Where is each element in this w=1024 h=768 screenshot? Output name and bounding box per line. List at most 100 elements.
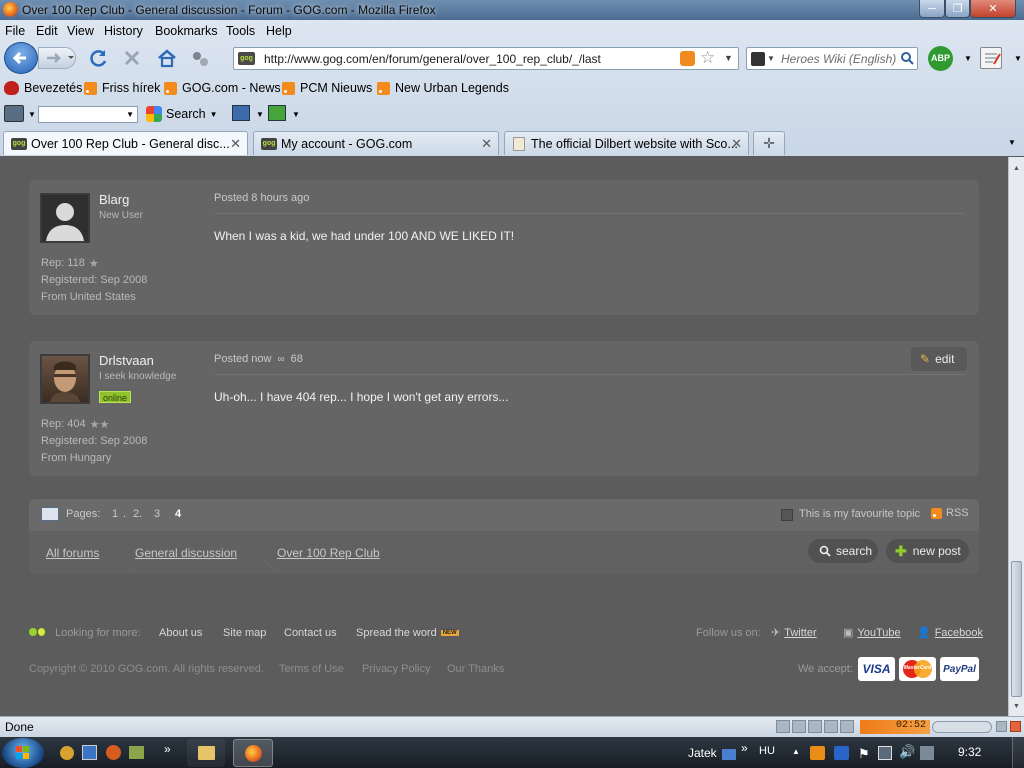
menu-bookmarks[interactable]: Bookmarks xyxy=(155,24,218,38)
quicklaunch-more-icon[interactable]: » xyxy=(164,742,171,756)
quicklaunch-icon[interactable] xyxy=(129,746,144,759)
list-all-tabs-icon[interactable]: ▼ xyxy=(1008,138,1016,147)
quicklaunch-icon[interactable] xyxy=(60,746,74,760)
reload-icon[interactable] xyxy=(89,48,109,68)
media-eject-icon[interactable] xyxy=(996,721,1007,732)
menu-help[interactable]: Help xyxy=(266,24,292,38)
taskbar-toolbar-icon[interactable] xyxy=(722,749,736,760)
media-close-icon[interactable] xyxy=(1010,721,1021,732)
footer-site-map[interactable]: Site map xyxy=(223,627,266,639)
stop-icon[interactable] xyxy=(808,720,822,733)
adblock-dropdown-icon[interactable]: ▼ xyxy=(964,54,972,63)
close-tab-icon[interactable]: ✕ xyxy=(230,136,241,152)
toolbar-more-icon[interactable]: » xyxy=(741,741,748,755)
feed-icon[interactable] xyxy=(680,51,695,66)
avatar[interactable] xyxy=(40,354,90,404)
breadcrumb-all-forums[interactable]: All forums xyxy=(46,546,99,560)
toolbar-app-icon[interactable] xyxy=(4,105,24,122)
new-tab-button[interactable]: ✛ xyxy=(753,131,785,155)
quicklaunch-icon[interactable] xyxy=(106,745,121,760)
close-tab-icon[interactable]: ✕ xyxy=(731,136,742,152)
tray-extra-icon[interactable] xyxy=(920,746,934,760)
privacy-policy-link[interactable]: Privacy Policy xyxy=(362,663,430,675)
monitor-icon[interactable] xyxy=(232,105,250,121)
menu-view[interactable]: View xyxy=(67,24,94,38)
scroll-up-icon[interactable]: ▲ xyxy=(1013,165,1020,172)
bookmark-pcm-nieuws[interactable]: PCM Nieuws xyxy=(282,81,372,95)
bookmark-friss-hirek[interactable]: Friss hírek xyxy=(84,81,160,95)
home-icon[interactable] xyxy=(156,48,178,68)
scroll-thumb[interactable] xyxy=(1011,561,1022,697)
tools-icon[interactable] xyxy=(191,50,209,68)
page-link-1[interactable]: 1 xyxy=(112,508,118,520)
username[interactable]: Blarg xyxy=(99,192,129,207)
search-button[interactable]: search xyxy=(808,539,878,563)
bookmark-bevezetes[interactable]: Bevezetés xyxy=(4,81,82,95)
terms-of-use-link[interactable]: Terms of Use xyxy=(279,663,344,675)
footer-spread-the-word[interactable]: Spread the word NEW xyxy=(356,627,459,639)
quicklaunch-icon[interactable] xyxy=(82,745,97,760)
adblock-icon[interactable]: ABP xyxy=(928,46,953,71)
avatar[interactable] xyxy=(40,193,90,243)
facebook-link[interactable]: 👤 Facebook xyxy=(917,626,983,640)
our-thanks-link[interactable]: Our Thanks xyxy=(447,663,504,675)
minimize-button[interactable]: ─ xyxy=(919,0,945,18)
post-number[interactable]: 68 xyxy=(291,353,303,365)
search-icon[interactable] xyxy=(900,51,914,65)
tray-media-icon[interactable] xyxy=(810,746,825,760)
search-engine-dropdown-icon[interactable]: ▼ xyxy=(767,54,775,63)
monitor-dropdown-icon[interactable]: ▼ xyxy=(256,110,264,119)
show-hidden-icons[interactable]: ▲ xyxy=(792,747,800,756)
network-icon[interactable] xyxy=(878,746,892,760)
youtube-link[interactable]: ▣ YouTube xyxy=(843,626,901,640)
menu-history[interactable]: History xyxy=(104,24,143,38)
link-chain-icon[interactable]: ∞ xyxy=(277,354,284,365)
action-center-flag-icon[interactable]: ⚑ xyxy=(858,746,870,762)
tray-app-icon[interactable] xyxy=(834,746,849,760)
back-button[interactable] xyxy=(4,42,38,74)
system-clock[interactable]: 9:32 xyxy=(958,745,981,759)
next-icon[interactable] xyxy=(840,720,854,733)
rss-link[interactable]: RSS xyxy=(931,507,969,519)
show-desktop-button[interactable] xyxy=(1012,737,1024,768)
tab-dilbert[interactable]: The official Dilbert website with Sco...… xyxy=(504,131,749,155)
tab-over-100-rep-club[interactable]: gog Over 100 Rep Club - General disc... … xyxy=(3,131,248,155)
edit-button[interactable]: ✎ edit xyxy=(911,347,967,371)
bookmark-star-icon[interactable]: ☆ xyxy=(700,48,715,68)
tab-my-account[interactable]: gog My account - GOG.com ✕ xyxy=(253,131,499,155)
menu-edit[interactable]: Edit xyxy=(36,24,58,38)
vertical-scrollbar[interactable]: ▲ ▼ xyxy=(1008,157,1024,716)
play-icon[interactable] xyxy=(776,720,790,733)
combo-dropdown-icon[interactable]: ▼ xyxy=(126,110,134,119)
bookmark-gog-news[interactable]: GOG.com - News xyxy=(164,81,281,95)
bookmark-new-urban-legends[interactable]: New Urban Legends xyxy=(377,81,509,95)
notepad-icon[interactable] xyxy=(980,47,1002,69)
search-bar[interactable]: ▼ Heroes Wiki (English) xyxy=(746,47,918,70)
volume-icon[interactable]: 🔊 xyxy=(899,744,915,760)
search-dropdown-icon[interactable]: ▼ xyxy=(210,110,218,119)
url-text[interactable]: http://www.gog.com/en/forum/general/over… xyxy=(264,52,601,66)
previous-icon[interactable] xyxy=(824,720,838,733)
new-post-button[interactable]: ✚ new post xyxy=(886,539,969,563)
search-engine-icon[interactable] xyxy=(751,52,765,66)
favourite-label[interactable]: This is my favourite topic xyxy=(799,508,920,520)
url-bar[interactable]: gog http://www.gog.com/en/forum/general/… xyxy=(233,47,739,70)
google-search-button[interactable]: Search ▼ xyxy=(146,106,218,122)
start-button[interactable] xyxy=(2,738,44,768)
menu-tools[interactable]: Tools xyxy=(226,24,255,38)
footer-about-us[interactable]: About us xyxy=(159,627,202,639)
footer-contact-us[interactable]: Contact us xyxy=(284,627,337,639)
stop-icon[interactable] xyxy=(122,48,142,68)
taskbar-toolbar-label[interactable]: Jatek xyxy=(688,746,717,760)
explorer-taskbar-button[interactable] xyxy=(187,739,225,767)
firefox-taskbar-button[interactable] xyxy=(233,739,273,767)
close-window-button[interactable]: ✕ xyxy=(970,0,1016,18)
maximize-button[interactable]: ❐ xyxy=(945,0,970,18)
menu-file[interactable]: File xyxy=(5,24,25,38)
breadcrumb-over-100-rep-club[interactable]: Over 100 Rep Club xyxy=(277,546,380,560)
breadcrumb-general-discussion[interactable]: General discussion xyxy=(135,546,237,560)
twitter-link[interactable]: ✈ Twitter xyxy=(771,626,817,640)
close-tab-icon[interactable]: ✕ xyxy=(481,136,492,152)
volume-slider[interactable] xyxy=(932,721,992,733)
notepad-dropdown-icon[interactable]: ▼ xyxy=(1014,54,1022,63)
